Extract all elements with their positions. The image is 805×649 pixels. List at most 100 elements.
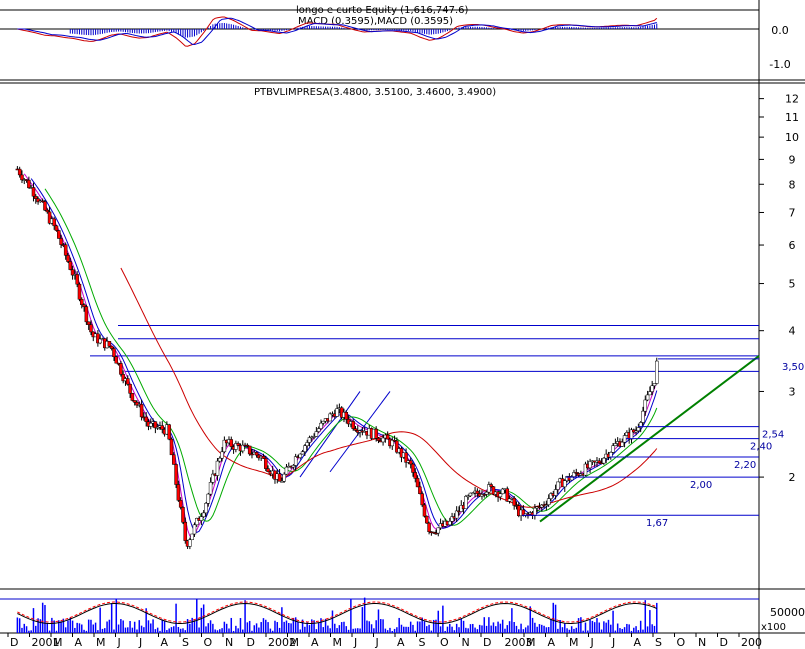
candle-body: [254, 452, 259, 456]
macd-panel: longo e curto Equity (1,616,747.6) MACD …: [0, 5, 791, 71]
candle-body: [66, 255, 70, 262]
candle-body: [130, 393, 135, 401]
candle-body: [553, 489, 558, 496]
candle-body: [20, 174, 24, 181]
price-tick: 12: [785, 93, 799, 106]
candle-body: [86, 321, 91, 325]
x-label: O: [204, 636, 213, 649]
candle-body: [484, 491, 489, 495]
candle-body: [636, 427, 641, 432]
price-title: PTBVLIMPRESA(3.4800, 3.5100, 3.4600, 3.4…: [254, 87, 496, 98]
candle-body: [112, 348, 116, 358]
volume-multiplier: x100: [761, 622, 786, 633]
x-label: 200: [741, 636, 762, 649]
candle-body: [132, 400, 137, 403]
x-label: M: [333, 636, 343, 649]
candle-body: [119, 363, 123, 375]
x-label: A: [161, 636, 169, 649]
candle-body: [34, 195, 38, 199]
candle-body: [427, 522, 431, 532]
price-axis: 12 11 10 9 8 7 6 5 4 3 2: [759, 93, 799, 484]
price-tick: 8: [789, 178, 796, 191]
candle-body: [284, 466, 289, 475]
x-label: M: [569, 636, 579, 649]
fib-label: 2,20: [734, 460, 756, 471]
x-label: D: [247, 636, 255, 649]
candle-body: [192, 524, 197, 535]
candle-body: [335, 408, 339, 417]
candle-body: [305, 442, 309, 446]
candle-body: [613, 443, 618, 446]
stock-chart: longo e curto Equity (1,616,747.6) MACD …: [0, 0, 805, 649]
candle-body: [498, 493, 503, 498]
candle-body: [82, 304, 86, 307]
price-tick: 4: [789, 325, 796, 338]
x-label: J: [375, 636, 379, 649]
candle-body: [45, 209, 50, 213]
candle-body: [645, 394, 650, 401]
candle-body: [597, 460, 602, 464]
x-label: S: [655, 636, 662, 649]
candle-body: [620, 441, 625, 447]
candle-body: [31, 187, 36, 197]
x-label: A: [397, 636, 405, 649]
candle-body: [261, 456, 266, 459]
candle-body: [293, 456, 298, 466]
candle-body: [307, 437, 312, 443]
x-label: M: [290, 636, 300, 649]
x-label: O: [677, 636, 686, 649]
candle-body: [385, 434, 390, 440]
candle-body: [422, 504, 427, 517]
candle-body: [199, 516, 204, 521]
x-label: A: [311, 636, 319, 649]
candle-body: [218, 457, 222, 462]
fib-label: 2,54: [762, 430, 784, 441]
candle-body: [351, 421, 355, 429]
candle-body: [344, 412, 349, 420]
candle-body: [602, 457, 606, 464]
x-label: M: [526, 636, 536, 649]
x-label: O: [440, 636, 449, 649]
candle-body: [167, 424, 171, 440]
x-label: A: [75, 636, 83, 649]
candle-body: [126, 378, 130, 385]
x-label: J: [590, 636, 594, 649]
candle-body: [68, 261, 73, 270]
candle-body: [546, 498, 551, 505]
x-label: J: [138, 636, 142, 649]
candle-body: [353, 428, 358, 431]
volume-bars: [16, 597, 658, 633]
x-label: S: [182, 636, 189, 649]
price-tick: 6: [789, 239, 796, 252]
candle-body: [418, 486, 422, 494]
candle-body: [149, 422, 153, 427]
candle-body: [415, 478, 420, 488]
resistance-lines: [90, 324, 759, 372]
candle-body: [300, 451, 305, 455]
candle-body: [109, 345, 114, 349]
x-label: M: [53, 636, 63, 649]
candle-body: [420, 493, 424, 506]
candle-body: [408, 460, 413, 465]
x-label: M: [96, 636, 106, 649]
candle-body: [43, 201, 47, 211]
candle-body: [190, 533, 194, 540]
candle-body: [128, 383, 132, 394]
candle-body: [411, 463, 415, 473]
candle-body: [160, 425, 165, 430]
candle-body: [178, 500, 183, 508]
candle-body: [176, 484, 181, 501]
candle-body: [183, 521, 188, 541]
candle-body: [54, 225, 59, 231]
candle-body: [169, 438, 174, 456]
macd-tick-1: -1.0: [769, 58, 790, 71]
candle-body: [376, 438, 381, 441]
candle-body: [208, 482, 213, 495]
candle-body: [75, 274, 79, 285]
macd-tick-0: 0.0: [771, 24, 789, 37]
candle-body: [220, 451, 224, 459]
price-tick: 11: [785, 111, 799, 124]
candle-body: [27, 179, 31, 189]
x-label: A: [634, 636, 642, 649]
x-label: D: [10, 636, 18, 649]
